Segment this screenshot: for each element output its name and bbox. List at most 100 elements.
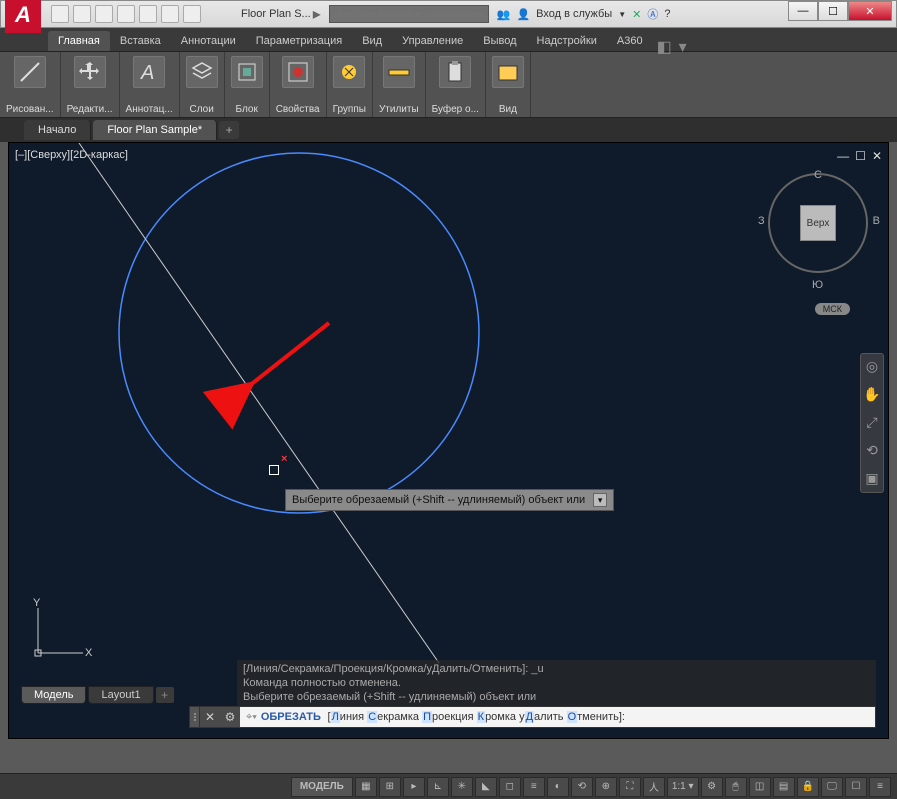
sb-infer-icon[interactable]: ▸ bbox=[403, 777, 425, 797]
sb-polar-icon[interactable]: ✳ bbox=[451, 777, 473, 797]
sb-customize-icon[interactable]: ≡ bbox=[869, 777, 891, 797]
sb-scale-button[interactable]: 1:1 ▾ bbox=[667, 777, 699, 797]
sb-cycling-icon[interactable]: ⟲ bbox=[571, 777, 593, 797]
doc-tab-start[interactable]: Начало bbox=[24, 120, 91, 140]
ribbon-tab-insert[interactable]: Вставка bbox=[110, 31, 171, 51]
command-tooltip: Выберите обрезаемый (+Shift -- удлиняемы… bbox=[285, 489, 614, 511]
sb-grid-icon[interactable]: ▦ bbox=[355, 777, 377, 797]
viewcube[interactable]: Верх С Ю В З bbox=[768, 173, 868, 273]
layers-icon[interactable] bbox=[186, 56, 218, 88]
ribbon-tab-home[interactable]: Главная bbox=[48, 31, 110, 51]
sb-mouse-icon[interactable]: 🖱 bbox=[725, 777, 747, 797]
panel-view: Вид bbox=[486, 52, 531, 117]
user-icon[interactable]: 👤 bbox=[516, 8, 530, 21]
layout-tabstrip: Модель Layout1 + bbox=[21, 686, 174, 704]
viewport-maximize-icon[interactable]: ☐ bbox=[855, 149, 866, 163]
qat-saveas-icon[interactable] bbox=[117, 5, 135, 23]
viewport-minimize-icon[interactable]: — bbox=[837, 149, 849, 163]
viewcube-south[interactable]: Ю bbox=[812, 279, 823, 291]
qat-redo-icon[interactable] bbox=[183, 5, 201, 23]
sb-transparency-icon[interactable]: ◐ bbox=[547, 777, 569, 797]
qat-undo-icon[interactable] bbox=[161, 5, 179, 23]
panel-label: Блок bbox=[236, 104, 258, 115]
cursor-x-icon: × bbox=[281, 453, 287, 465]
viewcube-east[interactable]: В bbox=[873, 215, 880, 227]
ribbon-tab-manage[interactable]: Управление bbox=[392, 31, 473, 51]
qat-open-icon[interactable] bbox=[73, 5, 91, 23]
sb-osnap-icon[interactable]: ◻ bbox=[499, 777, 521, 797]
signin-link[interactable]: Вход в службы bbox=[536, 8, 612, 20]
maximize-button[interactable]: ☐ bbox=[818, 1, 848, 21]
sb-workspace-icon[interactable]: 人 bbox=[643, 777, 665, 797]
line-tool-icon[interactable] bbox=[14, 56, 46, 88]
sb-ortho-icon[interactable]: ⊾ bbox=[427, 777, 449, 797]
sb-iso-icon[interactable]: ◣ bbox=[475, 777, 497, 797]
sb-annoscale-icon[interactable]: ⛶ bbox=[619, 777, 641, 797]
sb-gear-icon[interactable]: ⚙ bbox=[701, 777, 723, 797]
featured-apps-icon[interactable]: ◧ bbox=[657, 37, 671, 51]
cmdline-close-icon[interactable]: ✕ bbox=[200, 710, 220, 724]
nav-showmotion-icon[interactable]: ▣ bbox=[863, 470, 881, 488]
viewcube-west[interactable]: З bbox=[758, 215, 765, 227]
minimize-button[interactable]: — bbox=[788, 1, 818, 21]
text-tool-icon[interactable]: A bbox=[133, 56, 165, 88]
layout-tab-add-button[interactable]: + bbox=[156, 687, 174, 703]
sb-model-button[interactable]: МОДЕЛЬ bbox=[291, 777, 353, 797]
ribbon-tab-annotate[interactable]: Аннотации bbox=[171, 31, 246, 51]
measure-icon[interactable] bbox=[383, 56, 415, 88]
signin-icon[interactable]: 👥 bbox=[497, 8, 511, 21]
panel-modify: Редакти... bbox=[61, 52, 120, 117]
dropdown-icon[interactable]: ▾ bbox=[679, 37, 693, 51]
viewport-close-icon[interactable]: ✕ bbox=[872, 149, 882, 163]
tooltip-options-icon[interactable]: ▾ bbox=[593, 493, 607, 507]
qat-print-icon[interactable] bbox=[139, 5, 157, 23]
viewport-label[interactable]: [–][Сверху][2D-каркас] bbox=[15, 149, 128, 161]
block-icon[interactable] bbox=[231, 56, 263, 88]
layout-tab-model[interactable]: Модель bbox=[21, 686, 86, 704]
sb-lwt-icon[interactable]: ≡ bbox=[523, 777, 545, 797]
title-dropdown-icon[interactable]: ▸ bbox=[313, 4, 321, 24]
viewcube-north[interactable]: С bbox=[814, 169, 822, 181]
search-input[interactable] bbox=[329, 5, 489, 23]
properties-icon[interactable] bbox=[282, 56, 314, 88]
ribbon-tab-output[interactable]: Вывод bbox=[473, 31, 526, 51]
layout-tab-layout1[interactable]: Layout1 bbox=[88, 686, 153, 704]
sb-clean-icon[interactable]: ☐ bbox=[845, 777, 867, 797]
sb-annomonitor-icon[interactable]: ⊕ bbox=[595, 777, 617, 797]
sb-units-icon[interactable]: ◫ bbox=[749, 777, 771, 797]
doc-tab-active[interactable]: Floor Plan Sample* bbox=[93, 120, 217, 140]
viewcube-top-face[interactable]: Верх bbox=[800, 205, 836, 241]
doc-tab-add-button[interactable]: + bbox=[219, 121, 239, 139]
a360-icon[interactable]: Ⓐ bbox=[647, 6, 658, 22]
nav-orbit-icon[interactable]: ⟲ bbox=[863, 442, 881, 460]
ribbon-tab-parametric[interactable]: Параметризация bbox=[246, 31, 352, 51]
nav-zoom-icon[interactable]: ⤢ bbox=[863, 414, 881, 432]
ribbon-tab-a360[interactable]: A360 bbox=[607, 31, 653, 51]
sb-snap-icon[interactable]: ⊞ bbox=[379, 777, 401, 797]
move-tool-icon[interactable] bbox=[74, 56, 106, 88]
ribbon-tab-addins[interactable]: Надстройки bbox=[527, 31, 607, 51]
panel-annotation: A Аннотац... bbox=[120, 52, 180, 117]
close-button[interactable]: ✕ bbox=[848, 1, 892, 21]
cmdline-grip[interactable] bbox=[190, 707, 200, 727]
sb-iso-lock-icon[interactable]: 🔒 bbox=[797, 777, 819, 797]
ribbon-tab-view[interactable]: Вид bbox=[352, 31, 392, 51]
qat-save-icon[interactable] bbox=[95, 5, 113, 23]
cmdline-customize-icon[interactable]: ⚙ bbox=[220, 710, 240, 724]
help-icon[interactable]: ? bbox=[664, 8, 670, 20]
command-history[interactable]: [Линия/Секрамка/Проекция/Кромка/уДалить/… bbox=[237, 660, 876, 706]
ucs-badge[interactable]: МСК bbox=[815, 303, 850, 315]
view-icon[interactable] bbox=[492, 56, 524, 88]
groups-icon[interactable] bbox=[333, 56, 365, 88]
nav-pan-icon[interactable]: ✋ bbox=[863, 386, 881, 404]
command-input[interactable]: ⌖▾ ОБРЕЗАТЬ [Линия Секрамка Проекция Кро… bbox=[240, 707, 875, 727]
clipboard-icon[interactable] bbox=[439, 56, 471, 88]
exchange-icon[interactable]: ✕ bbox=[632, 8, 641, 21]
sb-hardware-icon[interactable]: 🖵 bbox=[821, 777, 843, 797]
cmd-options: [Линия Секрамка Проекция Кромка уДалить … bbox=[328, 711, 625, 723]
nav-wheel-icon[interactable]: ◎ bbox=[863, 358, 881, 376]
sb-qp-icon[interactable]: ▤ bbox=[773, 777, 795, 797]
signin-dropdown-icon[interactable]: ▼ bbox=[618, 10, 626, 19]
drawing-canvas[interactable]: [–][Сверху][2D-каркас] — ☐ ✕ × Выберите … bbox=[8, 142, 889, 739]
qat-new-icon[interactable] bbox=[51, 5, 69, 23]
